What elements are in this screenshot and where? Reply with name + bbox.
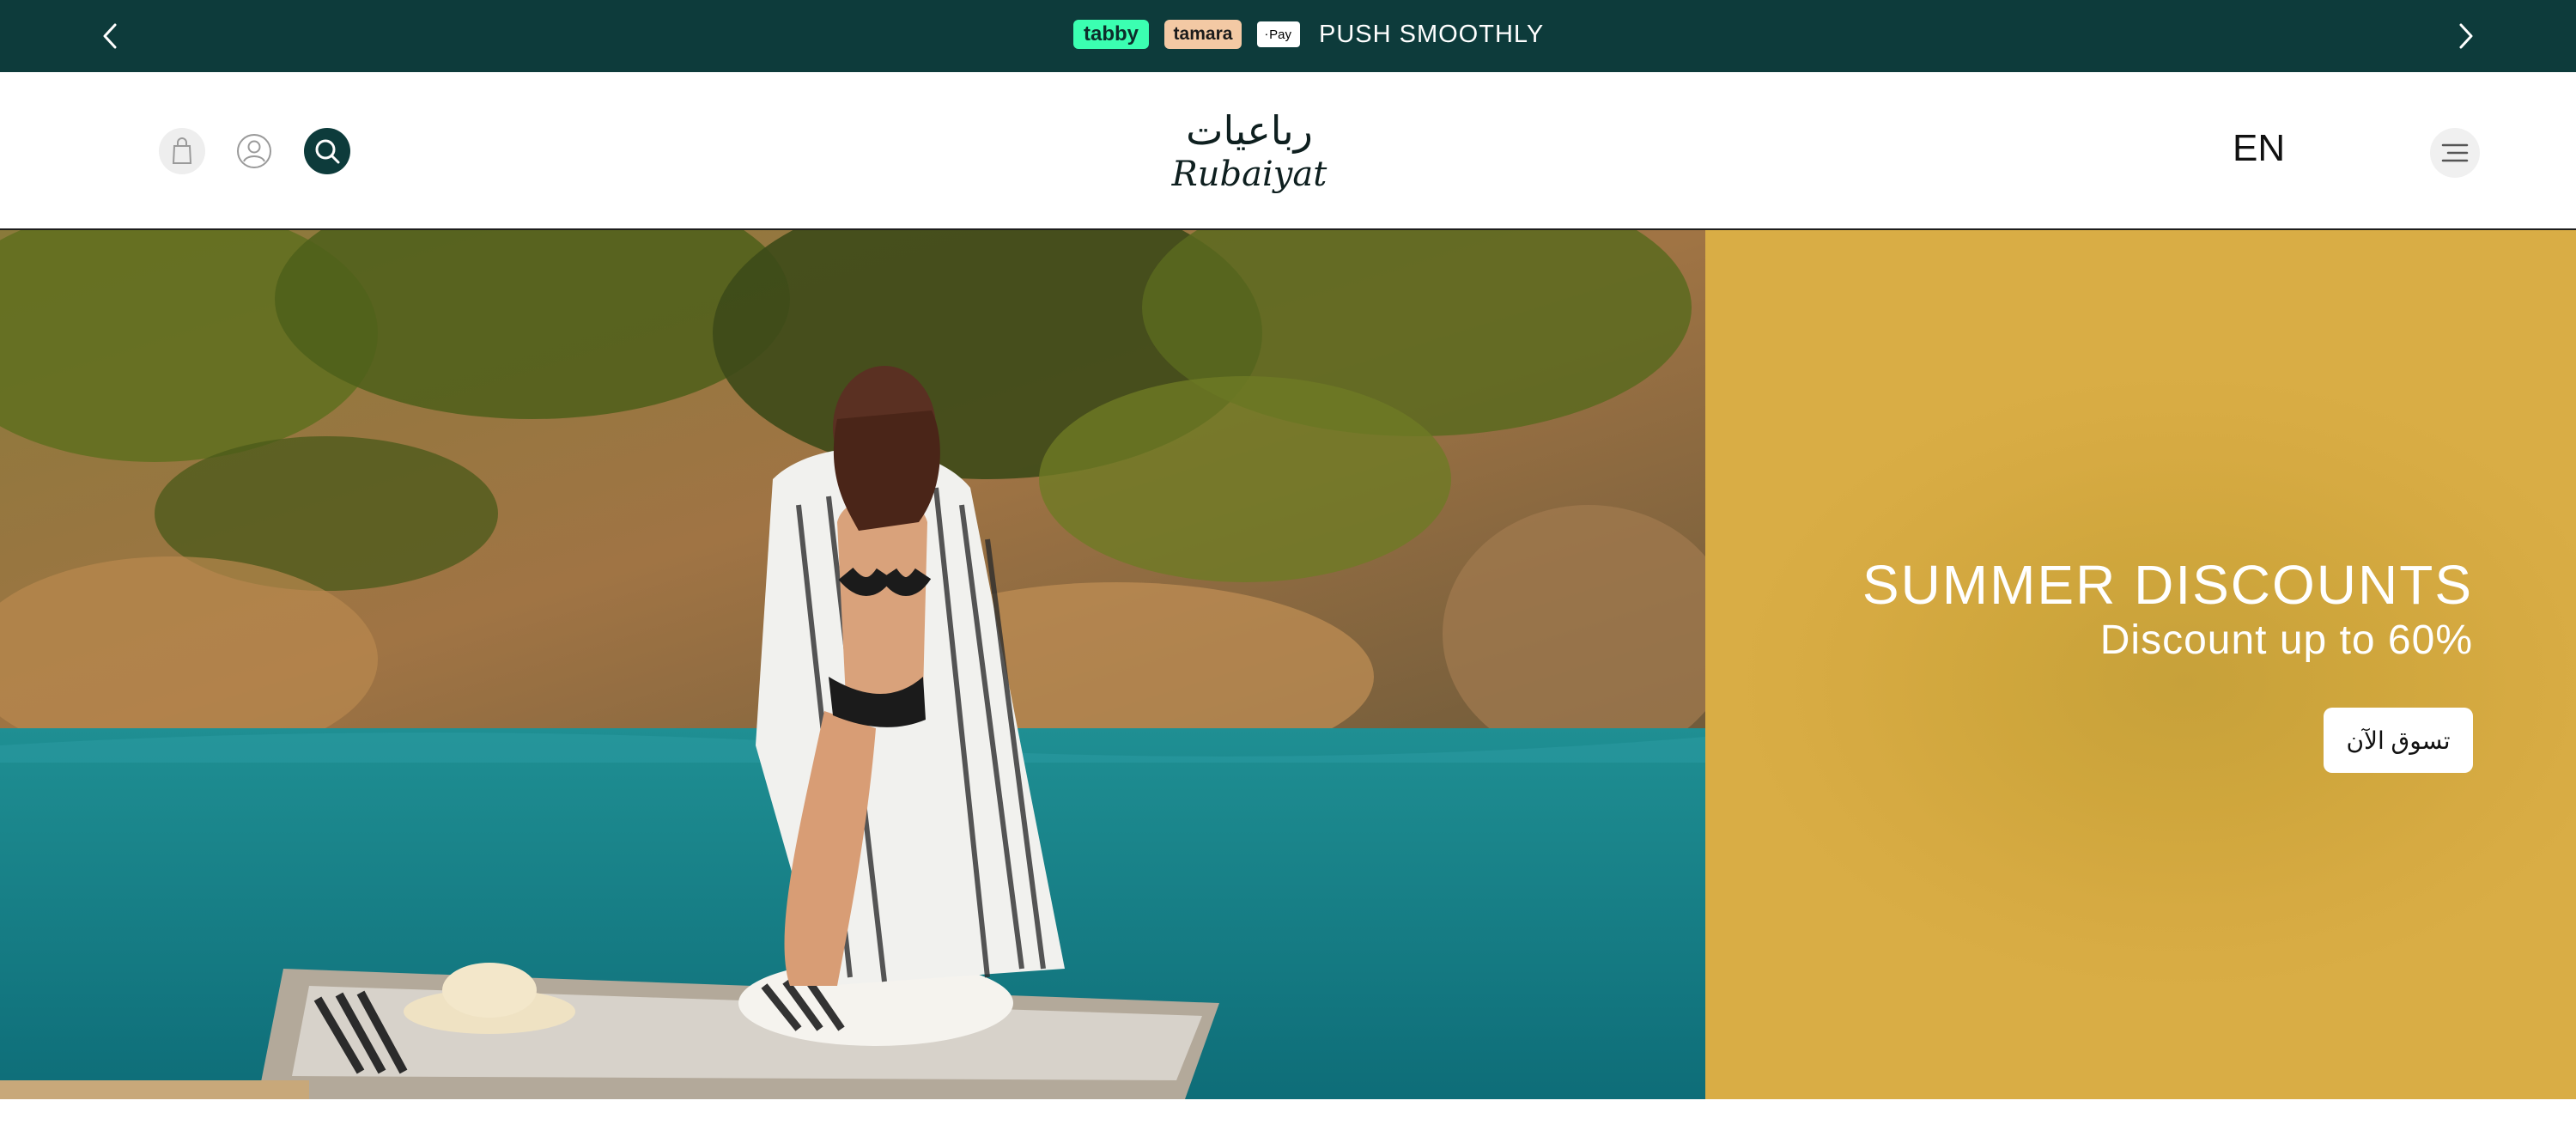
- chevron-left-icon[interactable]: [93, 19, 127, 53]
- tamara-badge: tamara: [1164, 20, 1242, 49]
- logo-latin-text: Rubaiyat: [1171, 155, 1328, 194]
- promo-text: PUSH SMOOTHLY: [1319, 20, 1545, 48]
- hero-banner: SUMMER DISCOUNTS Discount up to 60% تسوق…: [0, 230, 2576, 1099]
- chevron-right-icon[interactable]: [2449, 19, 2483, 53]
- search-icon[interactable]: [304, 128, 350, 174]
- promo-panel: SUMMER DISCOUNTS Discount up to 60% تسوق…: [1705, 230, 2576, 1099]
- hero-image[interactable]: [0, 230, 1705, 1099]
- announcement-bar: tabby tamara Pay PUSH SMOOTHLY: [0, 0, 2576, 72]
- shopping-bag-icon[interactable]: [159, 128, 205, 174]
- logo-arabic-text: رباعيات: [1186, 107, 1313, 154]
- tabby-badge: tabby: [1073, 20, 1149, 49]
- shop-now-button[interactable]: تسوق الآن: [2324, 708, 2473, 773]
- promo-message: tabby tamara Pay PUSH SMOOTHLY: [1073, 17, 1544, 52]
- rubaiyat-logo[interactable]: رباعيات Rubaiyat: [1168, 103, 1331, 206]
- user-icon[interactable]: [231, 128, 277, 174]
- site-header: رباعيات Rubaiyat EN: [0, 72, 2576, 230]
- hero-subtitle: Discount up to 60%: [2099, 617, 2473, 663]
- apple-pay-badge: Pay: [1257, 21, 1300, 47]
- hero-title: SUMMER DISCOUNTS: [1862, 554, 2473, 616]
- menu-icon[interactable]: [2430, 128, 2480, 178]
- language-switcher[interactable]: EN: [2233, 127, 2285, 170]
